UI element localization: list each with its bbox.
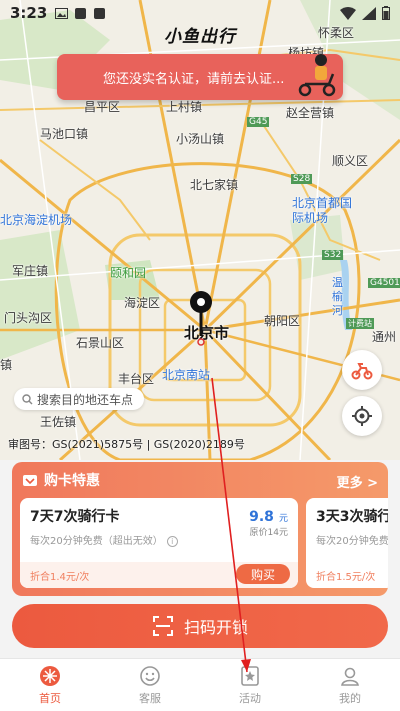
verification-banner-text: 您还没实名认证，请前去认证... — [103, 71, 285, 87]
map-label: 军庄镇 — [12, 264, 49, 278]
map-label: 赵全营镇 — [286, 106, 335, 120]
card-discount: 折合1.5元/次 — [316, 571, 376, 583]
scan-icon — [152, 616, 173, 636]
card-subtitle-text: 每次20分钟免费 — [316, 536, 388, 547]
nav-service[interactable]: 客服 — [100, 659, 200, 711]
verification-banner[interactable]: 您还没实名认证，请前去认证... — [57, 54, 343, 100]
nav-label: 首页 — [39, 691, 61, 705]
map-label: 丰台区 — [118, 372, 155, 386]
road-shield: G4501 — [368, 278, 400, 288]
info-icon[interactable]: i — [166, 535, 178, 547]
map-label: 北京首都国际机场 — [292, 196, 353, 225]
scooter-rider-icon — [298, 54, 336, 97]
map-label: 小汤山镇 — [176, 132, 225, 146]
notification-icon — [94, 7, 106, 19]
map-label: 朝阳区 — [264, 314, 301, 328]
gift-card-icon — [23, 475, 37, 486]
card-subtitle: 每次20分钟免费i — [316, 532, 388, 547]
bike-stations-button[interactable] — [342, 350, 382, 390]
map-label: 海淀区 — [124, 296, 161, 310]
home-icon — [40, 665, 60, 686]
card-3day[interactable]: 3天3次骑行卡 每次20分钟免费i 折合1.5元/次 — [306, 498, 388, 588]
card-price-unit: 元 — [278, 514, 288, 524]
map-label: 温榆河 — [332, 276, 343, 317]
map-label: 通州 — [372, 330, 397, 344]
card-promo-panel: 购卡特惠 更多 > 7天7次骑行卡 每次20分钟免费（超出无效） i 9.8 元 … — [12, 462, 388, 596]
card-panel-header: 购卡特惠 — [12, 462, 388, 498]
card-price: 9.8 元 原价14元 — [249, 506, 288, 538]
nav-label: 客服 — [139, 691, 161, 705]
road-shield: G45 — [247, 117, 270, 127]
map-label: 昌平区 — [84, 100, 121, 114]
status-time: 3:23 — [10, 4, 48, 22]
locate-me-button[interactable] — [342, 396, 382, 436]
road-shield: S32 — [322, 250, 344, 260]
app-logo: 小鱼出行 — [164, 27, 236, 47]
wifi-icon — [340, 6, 356, 20]
image-icon — [55, 7, 69, 19]
map-copyright: 审图号：GS(2021)5875号 | GS(2020)2189号 — [8, 438, 245, 451]
search-placeholder: 搜索目的地还车点 — [37, 392, 134, 407]
map-label: 门头沟区 — [4, 311, 53, 325]
search-return-point-input[interactable]: 搜索目的地还车点 — [14, 388, 144, 410]
map-label: 王佐镇 — [40, 415, 77, 429]
map-label: 马池口镇 — [40, 127, 89, 141]
card-discount: 折合1.4元/次 — [30, 571, 90, 583]
nav-label: 活动 — [239, 691, 261, 705]
service-icon — [140, 665, 160, 686]
profile-icon — [341, 667, 359, 686]
crosshair-icon — [352, 406, 372, 426]
scooter-icon — [351, 363, 373, 380]
card-7day[interactable]: 7天7次骑行卡 每次20分钟免费（超出无效） i 9.8 元 原价14元 折合1.… — [20, 498, 298, 588]
map-label: 颐和园 — [110, 266, 147, 280]
search-icon — [22, 393, 33, 404]
nav-home[interactable]: 首页 — [0, 659, 100, 711]
nav-label: 我的 — [339, 691, 361, 705]
nav-profile[interactable]: 我的 — [300, 659, 400, 711]
map-label: 顺义区 — [332, 154, 369, 168]
location-pin-icon — [190, 291, 212, 346]
card-price-value: 9.8 — [249, 509, 274, 525]
map-label: 石景山区 — [76, 336, 125, 350]
signal-icon — [362, 6, 376, 20]
card-title: 3天3次骑行卡 — [316, 509, 388, 525]
card-panel-title: 购卡特惠 — [44, 473, 100, 489]
road-shield: 计费站 — [346, 318, 374, 329]
road-shield: S28 — [291, 174, 313, 184]
map-label: 镇 — [0, 358, 13, 372]
map-label: 上村镇 — [166, 100, 203, 114]
map-label: 北京南站 — [162, 368, 211, 382]
bottom-nav: 首页 客服 活动 我的 — [0, 658, 400, 711]
scan-unlock-button[interactable]: 扫码开锁 — [12, 604, 388, 648]
battery-icon — [382, 6, 390, 20]
map-label: 北七家镇 — [190, 178, 239, 192]
notification-icon — [75, 7, 87, 19]
nav-activity[interactable]: 活动 — [200, 659, 300, 711]
scan-unlock-label: 扫码开锁 — [183, 618, 248, 637]
map-label: 北京海淀机场 — [0, 213, 73, 227]
card-subtitle-text: 每次20分钟免费（超出无效） — [30, 536, 163, 547]
activity-icon — [241, 665, 259, 686]
buy-button[interactable]: 购买 — [236, 564, 290, 584]
more-cards-link[interactable]: 更多 > — [337, 472, 378, 491]
card-original-price: 原价14元 — [249, 528, 288, 538]
